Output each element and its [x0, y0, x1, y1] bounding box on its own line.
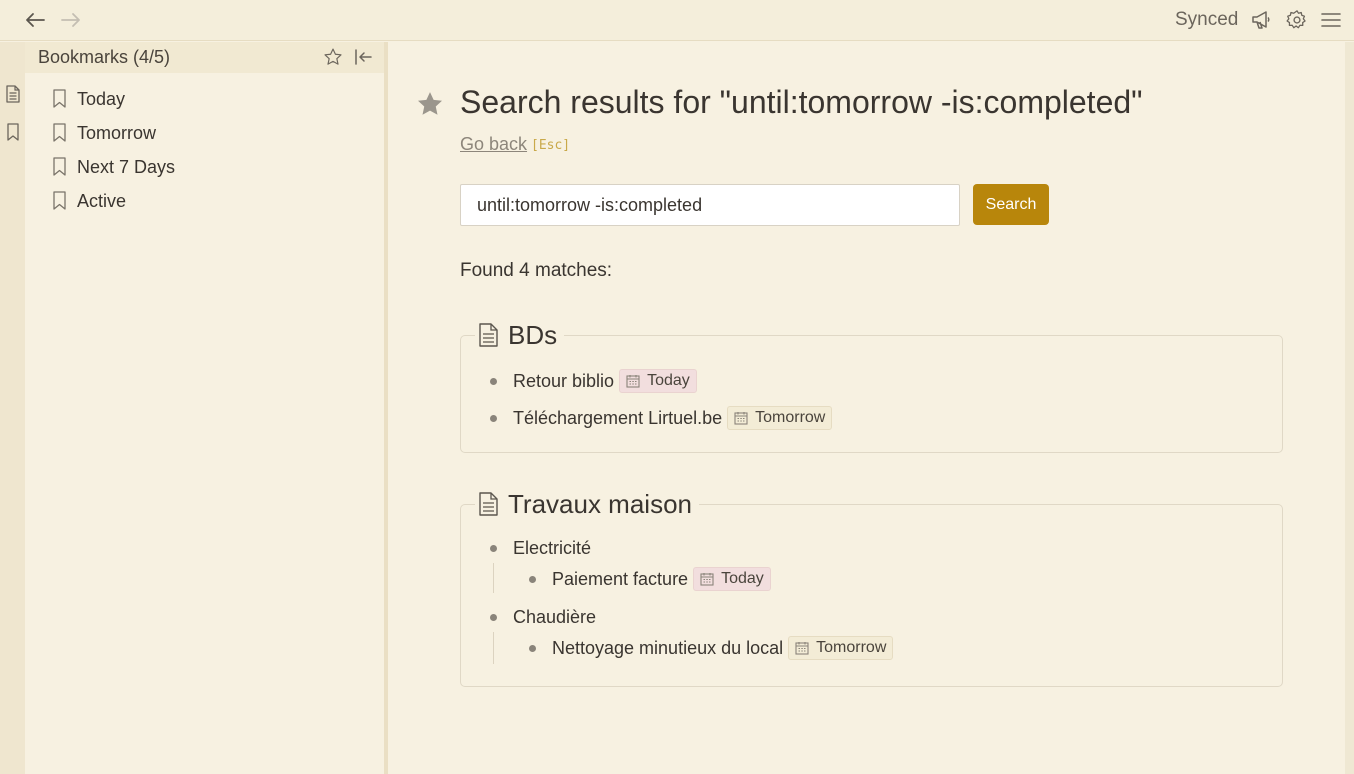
arrow-left-icon — [26, 13, 45, 27]
task-item[interactable]: Chaudière — [490, 607, 596, 628]
calendar-icon — [734, 411, 748, 425]
task-text: Electricité — [513, 538, 592, 558]
main-menu-button[interactable] — [1320, 9, 1342, 31]
bullet — [490, 545, 497, 552]
bookmark-icon — [53, 157, 67, 177]
bullet — [490, 614, 497, 621]
due-date-text: Today — [647, 372, 690, 389]
hamburger-menu-icon — [1321, 13, 1341, 27]
task-text: Téléchargement Lirtuel.be — [513, 407, 723, 428]
bullet — [490, 377, 497, 385]
due-date-badge[interactable]: Today — [693, 567, 771, 591]
back-button[interactable] — [23, 8, 47, 32]
result-title: BDs — [508, 320, 558, 350]
megaphone-icon — [1251, 11, 1270, 29]
bookmark-icon — [6, 123, 19, 141]
bookmark-label: Next 7 Days — [77, 156, 176, 177]
settings-button[interactable] — [1286, 9, 1308, 31]
bookmark-item-next-7-days[interactable]: Next 7 Days — [25, 150, 384, 184]
sync-status: Synced — [1175, 9, 1239, 30]
document-icon — [479, 322, 501, 349]
announcements-button[interactable] — [1250, 9, 1272, 31]
task-item[interactable]: Retour biblio Today — [490, 369, 697, 393]
add-bookmark-button[interactable] — [322, 46, 344, 68]
task-text: Paiement facture — [552, 568, 689, 589]
star-filled-icon — [418, 92, 442, 115]
bookmark-label: Active — [77, 190, 127, 211]
collapse-sidebar-button[interactable] — [352, 46, 374, 68]
due-date-text: Tomorrow — [755, 409, 826, 426]
task-item[interactable]: Electricité — [490, 538, 591, 559]
task-item[interactable]: Paiement facture Today — [529, 567, 771, 591]
bookmark-label: Tomorrow — [77, 122, 157, 143]
calendar-icon — [626, 374, 640, 388]
star-outline-icon — [324, 48, 342, 65]
bookmark-icon — [53, 123, 67, 143]
task-item[interactable]: Nettoyage minutieux du local Tomorrow — [529, 636, 894, 660]
right-edge — [1345, 42, 1354, 774]
result-title: Travaux maison — [508, 489, 692, 519]
bookmark-label: Today — [77, 88, 126, 109]
result-header[interactable]: Travaux maison — [475, 489, 699, 520]
top-bar: Synced — [0, 0, 1354, 41]
bookmark-list: Today Tomorrow Next 7 Days Active — [25, 82, 384, 218]
match-count: Found 4 matches: — [460, 260, 613, 281]
rail-bookmarks-tab[interactable] — [4, 122, 21, 142]
bullet — [529, 644, 536, 652]
page-title: Search results for "until:tomorrow -is:c… — [460, 84, 1143, 120]
search-input[interactable] — [460, 184, 960, 226]
tree-guide-line — [493, 632, 494, 664]
document-icon — [479, 491, 501, 518]
gear-icon — [1286, 10, 1306, 29]
arrow-right-icon — [61, 13, 80, 27]
task-text: Retour biblio — [513, 370, 615, 391]
due-date-badge[interactable]: Tomorrow — [727, 406, 833, 430]
bullet — [490, 414, 497, 422]
result-document-travaux-maison: Travaux maison Electricité Paiement fact… — [460, 489, 1283, 687]
calendar-icon — [795, 641, 809, 655]
tree-guide-line — [493, 563, 494, 593]
forward-button[interactable] — [59, 8, 83, 32]
due-date-badge[interactable]: Tomorrow — [788, 636, 894, 660]
bookmarks-sidebar: Bookmarks (4/5) Today Tomorrow Next 7 Da… — [25, 42, 384, 774]
due-date-text: Today — [721, 570, 764, 587]
bookmark-icon — [53, 89, 67, 109]
document-icon — [5, 85, 20, 103]
bookmark-item-active[interactable]: Active — [25, 184, 384, 218]
result-document-bds: BDs Retour biblio Today Téléchargement L… — [460, 320, 1283, 453]
task-item[interactable]: Téléchargement Lirtuel.be Tomorrow — [490, 406, 833, 430]
go-back-link[interactable]: Go back — [460, 134, 527, 155]
due-date-badge[interactable]: Today — [619, 369, 697, 393]
esc-shortcut-hint: [Esc] — [531, 138, 571, 153]
rail-documents-tab[interactable] — [4, 84, 21, 104]
task-text: Nettoyage minutieux du local — [552, 637, 784, 658]
bullet — [529, 575, 536, 583]
panel-rail — [0, 42, 25, 774]
calendar-icon — [700, 572, 714, 586]
bookmark-search-button[interactable] — [415, 89, 445, 119]
bookmark-item-today[interactable]: Today — [25, 82, 384, 116]
due-date-text: Tomorrow — [816, 639, 887, 656]
collapse-left-icon — [355, 49, 372, 65]
task-text: Chaudière — [513, 607, 597, 627]
bookmark-icon — [53, 191, 67, 211]
result-header[interactable]: BDs — [475, 320, 565, 351]
search-button[interactable]: Search — [973, 184, 1049, 225]
sidebar-header: Bookmarks (4/5) — [25, 42, 384, 73]
bookmark-item-tomorrow[interactable]: Tomorrow — [25, 116, 384, 150]
main-content: Search results for "until:tomorrow -is:c… — [388, 42, 1345, 774]
sidebar-title: Bookmarks (4/5) — [38, 47, 171, 67]
